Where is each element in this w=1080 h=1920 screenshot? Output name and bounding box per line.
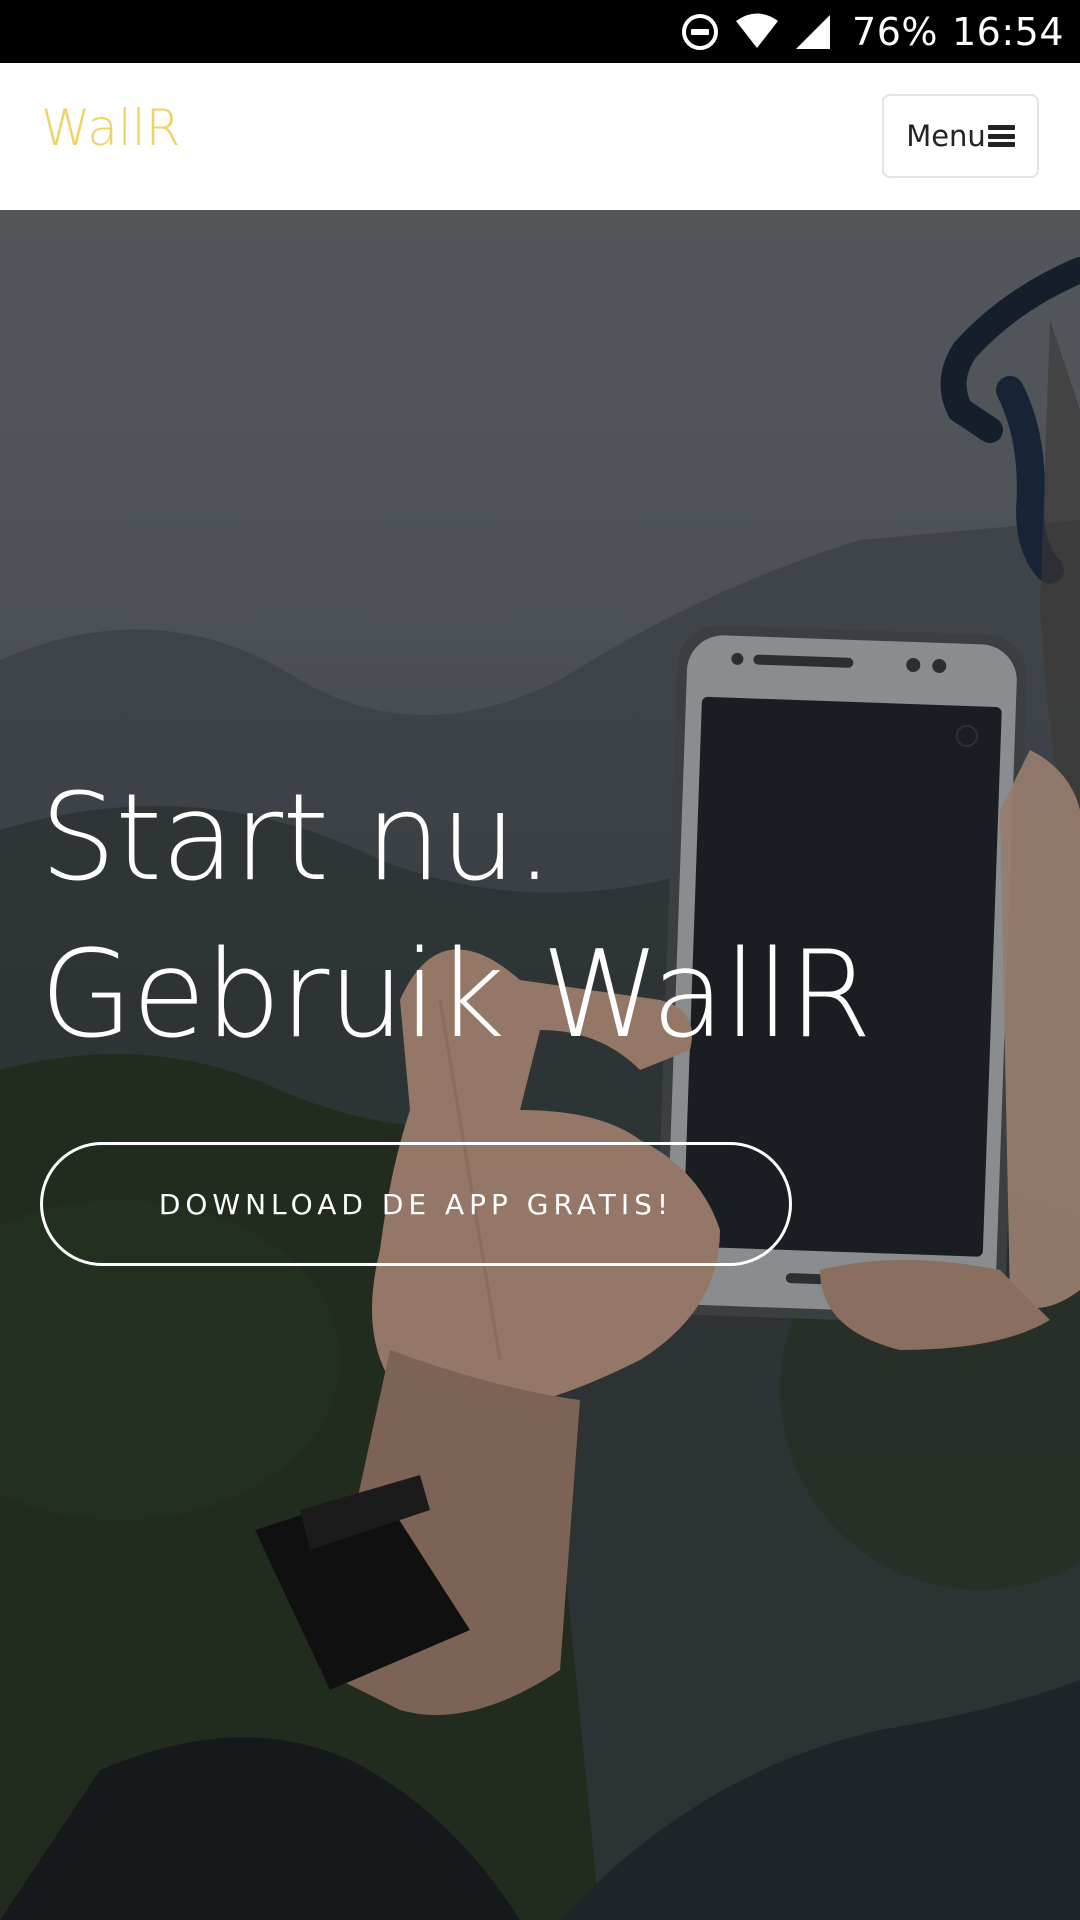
navbar: WallR Menu [0,63,1080,210]
download-app-button[interactable]: DOWNLOAD DE APP GRATIS! [40,1142,792,1266]
wifi-icon [734,12,780,52]
battery-percentage: 76% [852,9,938,54]
status-bar: 76% 16:54 [0,0,1080,63]
menu-button[interactable]: Menu [882,94,1039,178]
brand-logo[interactable]: WallR [41,99,180,157]
hero-title-line-1: Start nu. [40,769,554,908]
hero-section: Start nu. Gebruik WallR DOWNLOAD DE APP … [0,210,1080,1920]
do-not-disturb-icon [680,12,720,52]
status-clock: 16:54 [951,9,1064,54]
hero-title-line-2: Gebruik WallR [40,926,872,1065]
hero-title: Start nu. Gebruik WallR [40,760,872,1074]
cell-signal-icon [794,12,832,52]
hamburger-icon [987,125,1015,147]
menu-label: Menu [906,119,986,153]
